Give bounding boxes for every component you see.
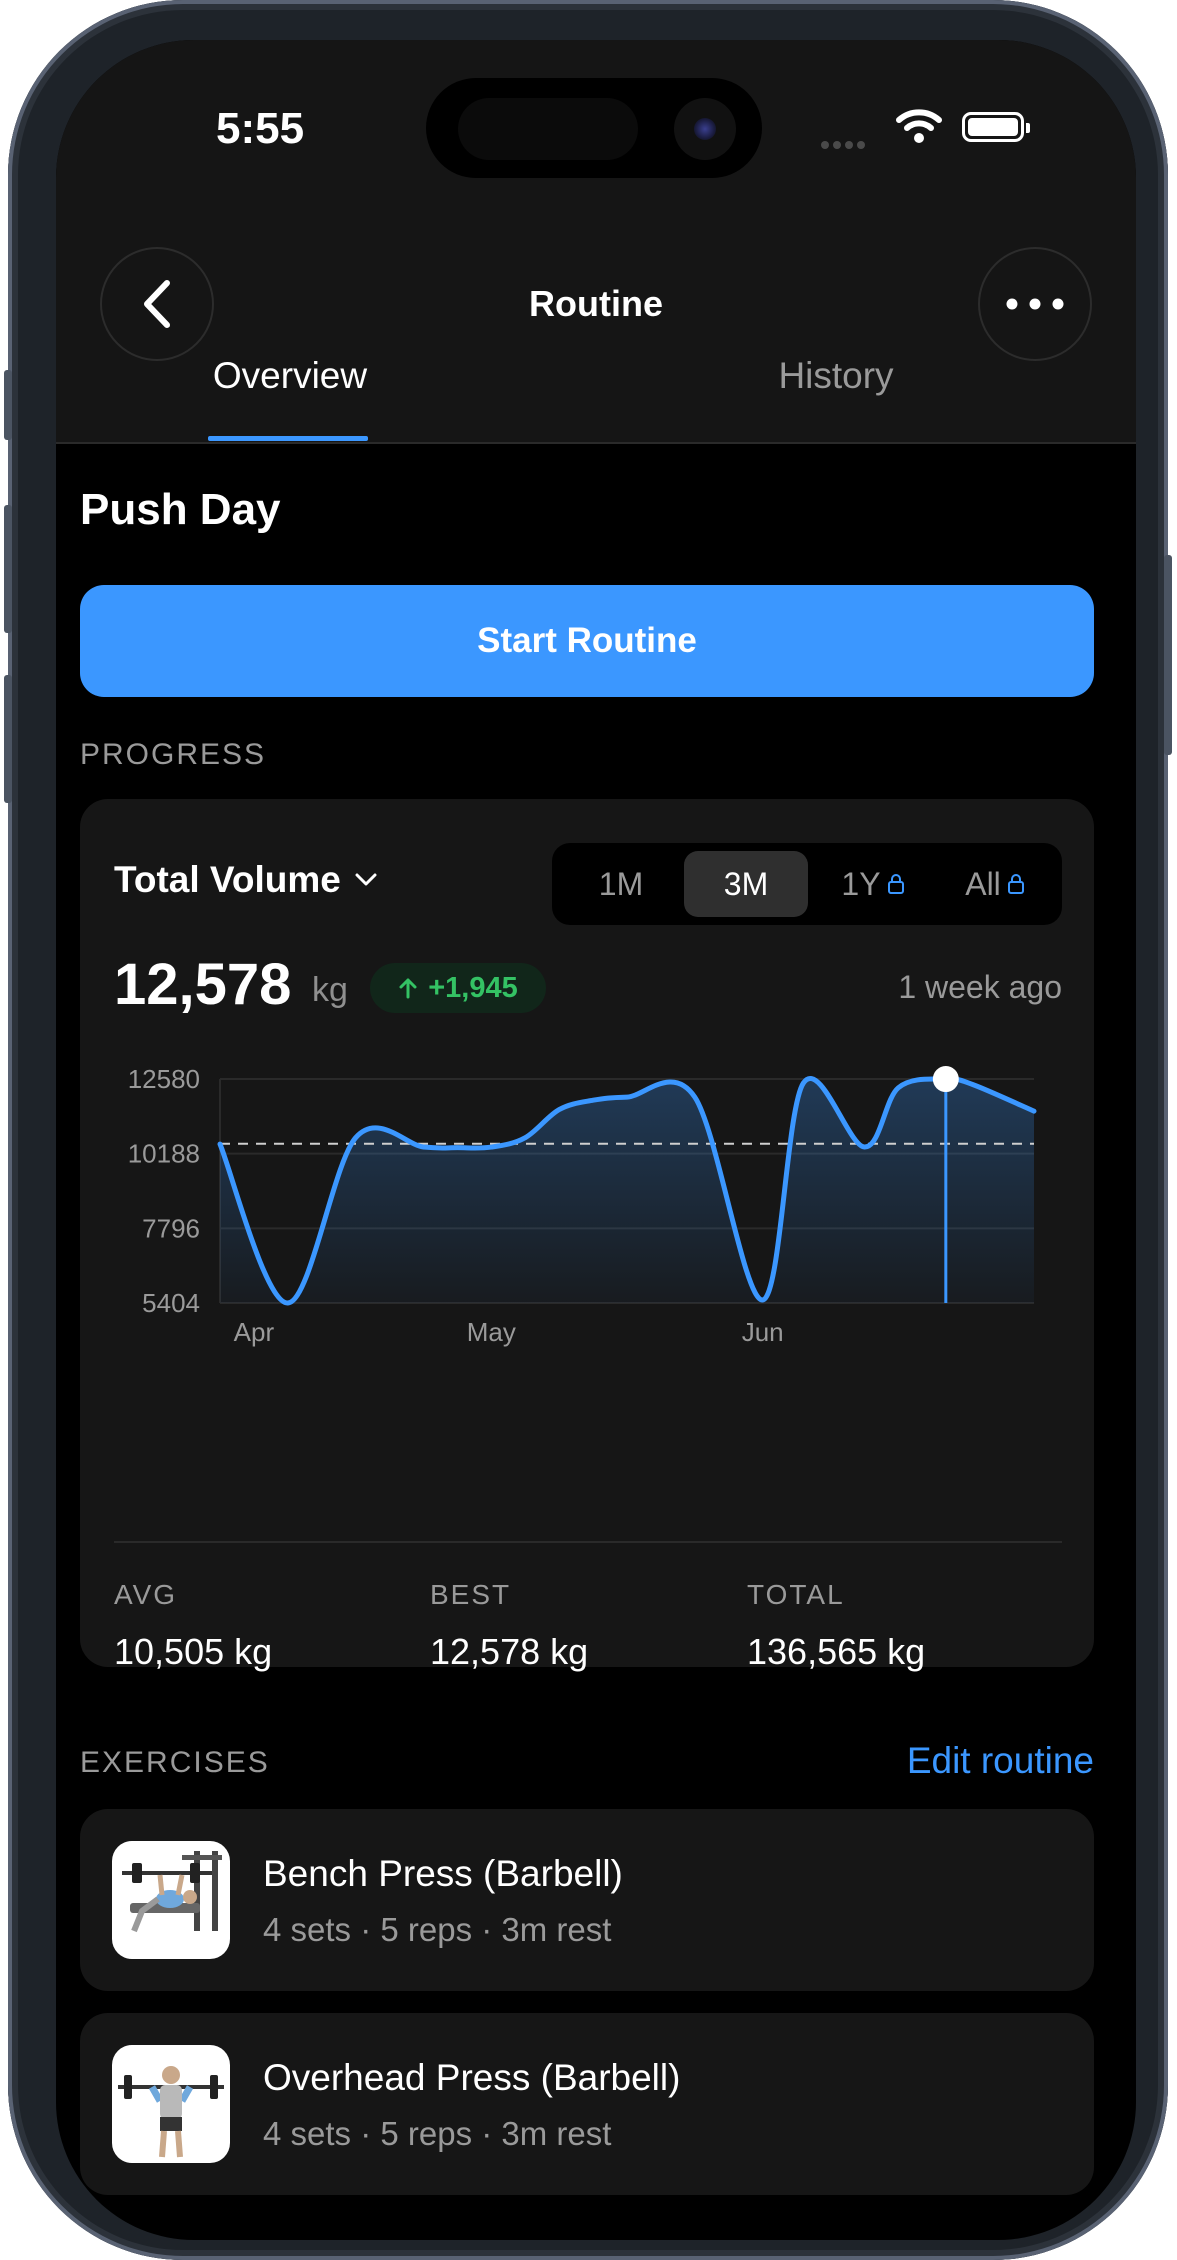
more-options-button[interactable] — [978, 247, 1092, 361]
stat-value: 136,565 kg — [747, 1631, 926, 1672]
exercise-meta: 4 sets · 5 reps · 3m rest — [263, 2115, 612, 2152]
exercises-section-label: EXERCISES — [80, 1746, 270, 1779]
current-volume-value: 12,578 — [114, 952, 292, 1017]
nav-header: Routine Overview History — [56, 195, 1136, 444]
divider — [114, 1541, 1062, 1543]
exercise-thumbnail — [112, 2045, 230, 2163]
tab-overview[interactable]: Overview — [180, 355, 400, 397]
last-updated: 1 week ago — [898, 969, 1062, 1005]
stat-value: 10,505 kg — [114, 1631, 273, 1672]
y-tick-label: 5404 — [142, 1288, 200, 1318]
camera-icon — [674, 98, 736, 160]
dynamic-island — [426, 78, 762, 178]
side-button — [4, 370, 12, 440]
overhead-press-figure-icon — [118, 2066, 224, 2158]
y-tick-label: 7796 — [142, 1213, 200, 1243]
range-label: All — [965, 865, 1001, 902]
page-title: Routine — [529, 283, 663, 324]
x-tick-label: Jun — [742, 1317, 784, 1347]
range-all[interactable]: All — [936, 851, 1054, 917]
range-1m[interactable]: 1M — [562, 851, 680, 917]
chevron-down-icon — [355, 873, 377, 886]
exercise-thumbnail — [112, 1841, 230, 1959]
change-value: +1,945 — [428, 971, 518, 1004]
y-tick-label: 12580 — [128, 1064, 200, 1094]
range-segmented-control: 1M 3M 1Y All — [552, 843, 1062, 925]
range-label: 3M — [723, 865, 769, 902]
wifi-icon — [896, 109, 942, 143]
stat-avg: AVG 10,505 kg — [114, 1579, 272, 1673]
lock-icon — [1007, 874, 1024, 894]
stat-label: TOTAL — [747, 1579, 845, 1610]
range-3m[interactable]: 3M — [684, 851, 808, 917]
chart-highlight-point[interactable] — [932, 1066, 959, 1093]
volume-line-chart[interactable]: 12580 10188 7796 5404 Apr May Jun — [80, 1059, 1094, 1529]
side-button — [4, 505, 12, 633]
stat-total: TOTAL 136,565 kg — [747, 1579, 925, 1673]
exercise-item-bench-press[interactable]: Bench Press (Barbell) 4 sets · 5 reps · … — [80, 1809, 1094, 1991]
stat-best: BEST 12,578 kg — [430, 1579, 588, 1673]
chart-area-fill — [220, 1078, 1034, 1304]
stat-label: AVG — [114, 1579, 178, 1610]
exercise-name: Bench Press (Barbell) — [263, 1853, 623, 1894]
exercise-meta: 4 sets · 5 reps · 3m rest — [263, 1911, 612, 1948]
stat-label: BEST — [430, 1579, 512, 1610]
status-bar: 5:55 — [56, 40, 1136, 195]
y-tick-label: 10188 — [128, 1139, 200, 1169]
screen: 5:55 Routine Overview History Push Day S… — [56, 40, 1136, 2240]
edit-routine-link[interactable]: Edit routine — [856, 1740, 1094, 1782]
phone-frame: 5:55 Routine Overview History Push Day S… — [4, 0, 1172, 2260]
side-button — [1164, 555, 1172, 755]
exercise-item-overhead-press[interactable]: Overhead Press (Barbell) 4 sets · 5 reps… — [80, 2013, 1094, 2195]
start-routine-button[interactable]: Start Routine — [80, 585, 1094, 697]
battery-icon — [962, 112, 1030, 142]
change-badge: +1,945 — [370, 963, 546, 1013]
arrow-up-icon — [399, 978, 417, 999]
bench-press-figure-icon — [122, 1851, 222, 1933]
metric-selector[interactable]: Total Volume — [114, 859, 377, 901]
progress-section-label: PROGRESS — [80, 738, 267, 771]
range-label: 1Y — [841, 865, 881, 902]
x-tick-label: Apr — [234, 1317, 275, 1347]
side-button — [4, 675, 12, 803]
exercise-name: Overhead Press (Barbell) — [263, 2057, 681, 2098]
cellular-signal-icon — [821, 136, 869, 154]
progress-card: Total Volume 1M 3M 1Y All 12,578 kg +1,9… — [80, 799, 1094, 1672]
range-label: 1M — [598, 865, 644, 902]
range-1y[interactable]: 1Y — [814, 851, 932, 917]
routine-title: Push Day — [80, 485, 281, 534]
stat-value: 12,578 kg — [430, 1631, 589, 1672]
tab-history[interactable]: History — [736, 355, 936, 397]
status-time: 5:55 — [216, 104, 305, 153]
metric-label: Total Volume — [114, 859, 341, 900]
active-tab-indicator — [208, 436, 368, 441]
lock-icon — [887, 874, 904, 894]
x-tick-label: May — [467, 1317, 516, 1347]
ellipsis-icon — [1006, 298, 1064, 310]
volume-unit: kg — [312, 971, 348, 1009]
